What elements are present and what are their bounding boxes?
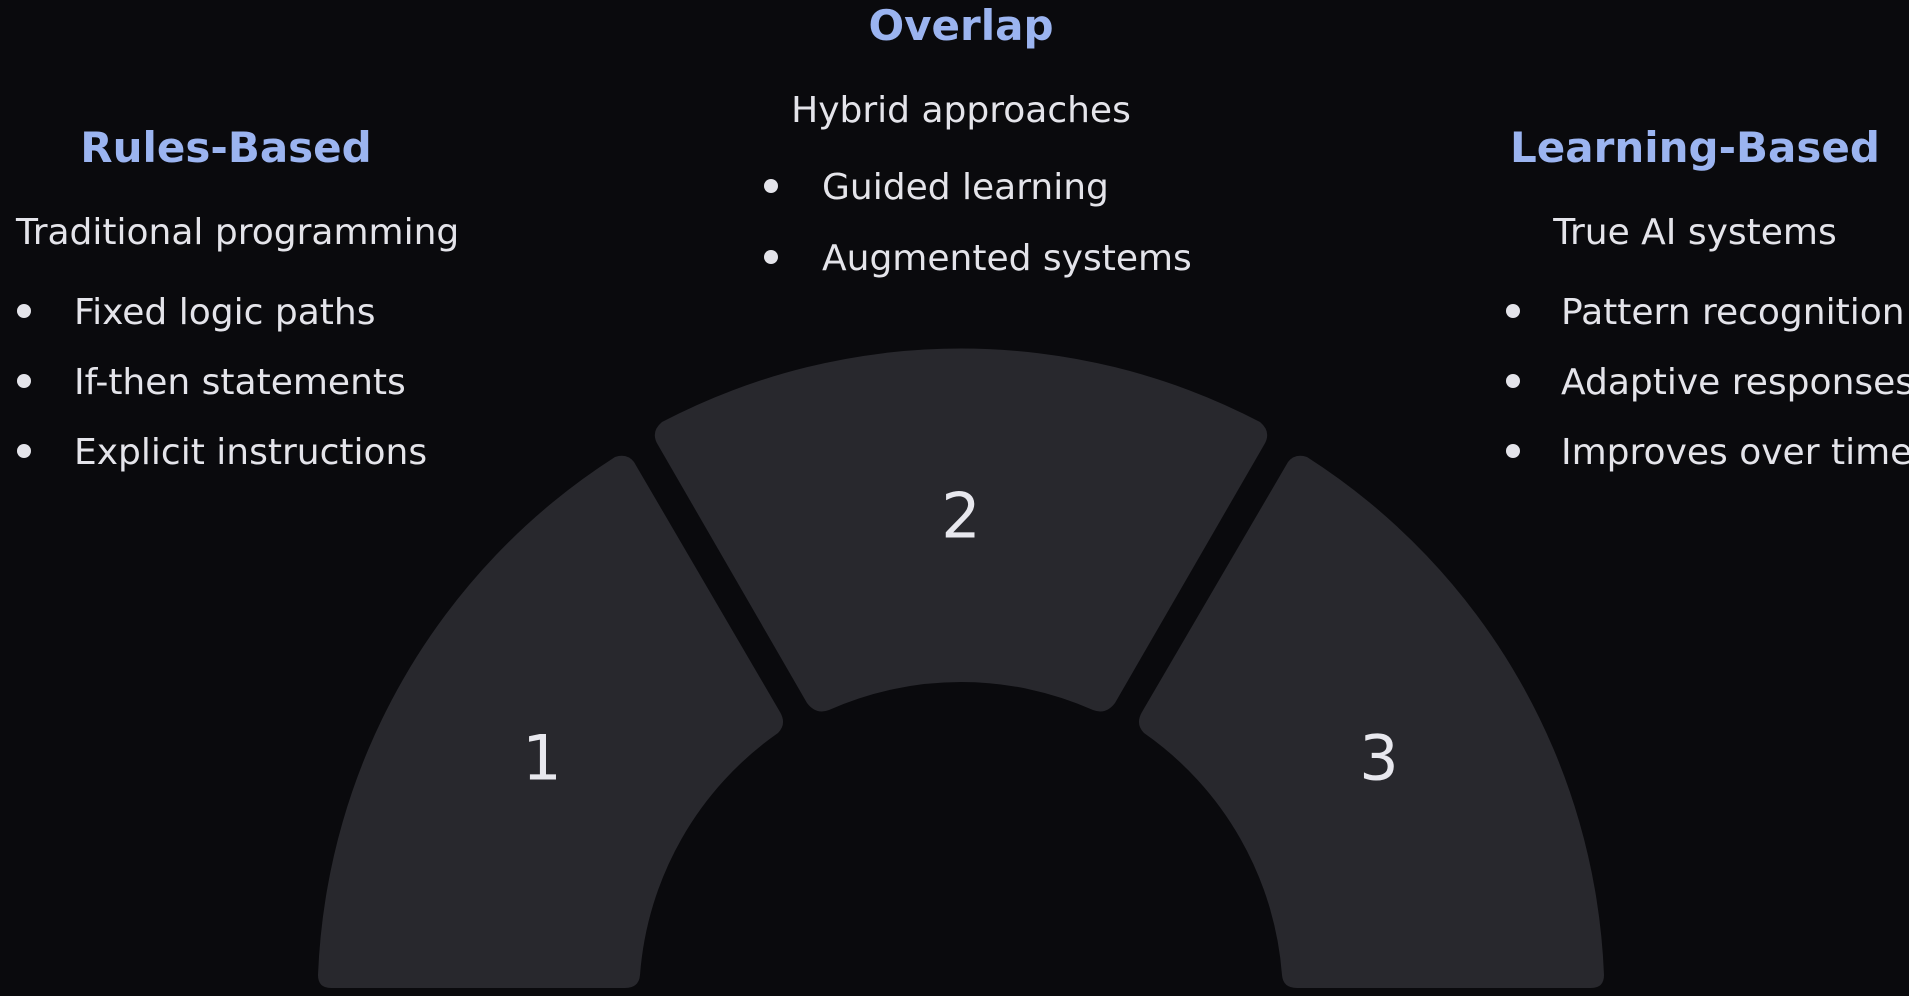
bullet-icon [1506,444,1520,458]
overlap-item: Augmented systems [822,238,1192,279]
overlap-section: Overlap Hybrid approaches Guided learnin… [764,1,1192,279]
bullet-icon [764,179,778,193]
segment-2-label: 2 [941,480,980,553]
rules-based-subtitle: Traditional programming [15,212,459,253]
bullet-icon [17,304,31,318]
learning-based-title: Learning-Based [1510,123,1880,172]
overlap-subtitle: Hybrid approaches [791,90,1131,131]
bullet-icon [1506,374,1520,388]
bullet-icon [1506,304,1520,318]
learning-based-item: Pattern recognition [1561,292,1905,333]
bullet-icon [17,444,31,458]
rules-based-title: Rules-Based [80,123,371,172]
segment-3-label: 3 [1359,722,1398,795]
learning-based-item: Improves over time [1561,432,1909,473]
diagram-canvas: 1 2 3 Overlap Hybrid approaches Guided l… [0,0,1909,991]
learning-based-subtitle: True AI systems [1552,212,1837,253]
ring-diagram: 1 2 3 [318,348,1604,988]
rules-based-item: Explicit instructions [74,432,427,473]
rules-based-section: Rules-Based Traditional programming Fixe… [15,123,459,473]
bullet-icon [764,250,778,264]
learning-based-section: Learning-Based True AI systems Pattern r… [1506,123,1909,473]
bullet-icon [17,374,31,388]
rules-based-item: Fixed logic paths [74,292,375,333]
segment-1-label: 1 [522,722,561,795]
overlap-title: Overlap [868,1,1053,50]
learning-based-item: Adaptive responses [1561,362,1909,403]
rules-based-item: If-then statements [74,362,406,403]
overlap-item: Guided learning [822,167,1109,208]
